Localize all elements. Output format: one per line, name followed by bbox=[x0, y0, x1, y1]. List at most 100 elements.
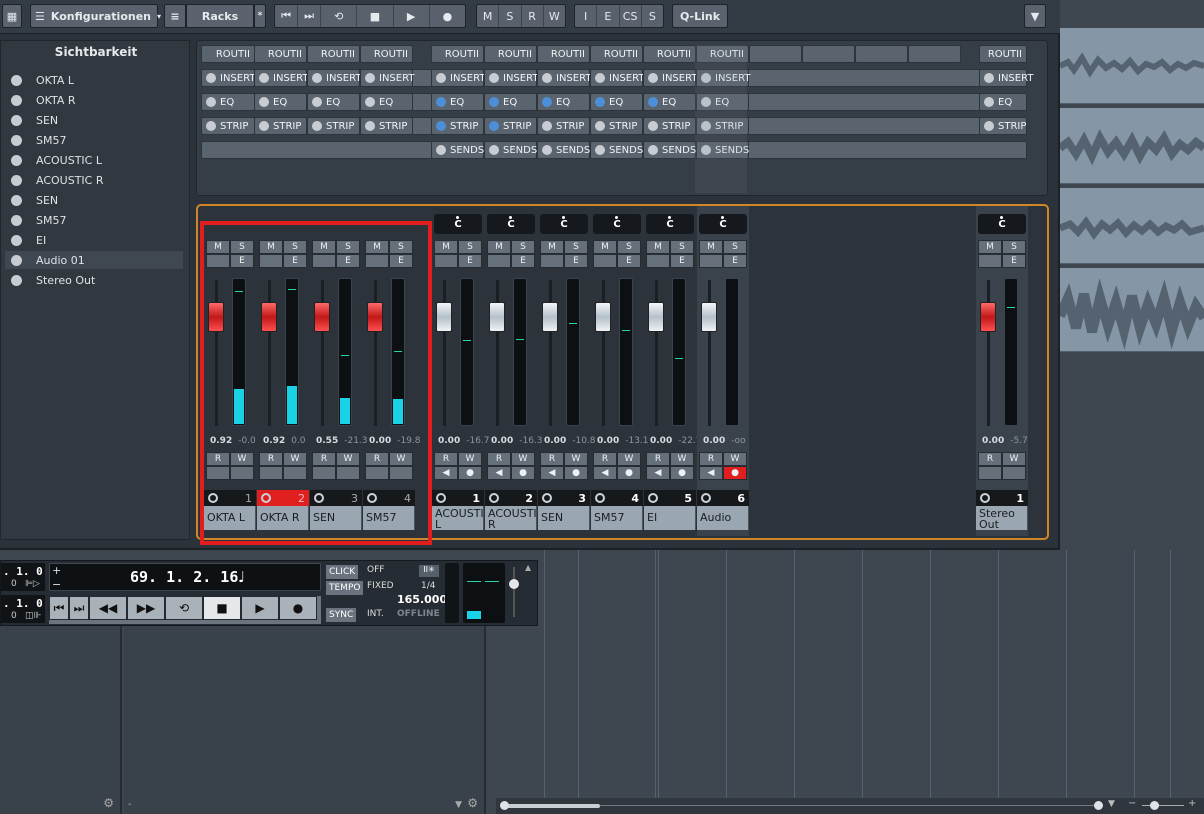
bypass-toggle-icon[interactable] bbox=[489, 73, 499, 83]
routing-slot[interactable] bbox=[855, 45, 908, 63]
sends-slot[interactable]: SENDS bbox=[431, 141, 484, 159]
channel-name[interactable]: ACOUSTIC L bbox=[432, 506, 484, 530]
strip-blank-button[interactable] bbox=[487, 254, 511, 268]
monitor-button[interactable]: ◀ bbox=[699, 466, 723, 480]
monitor-button[interactable]: ◀ bbox=[646, 466, 670, 480]
strip-slot[interactable]: STRIP bbox=[590, 117, 643, 135]
strip-w-button[interactable]: W bbox=[564, 452, 588, 466]
bypass-toggle-icon[interactable] bbox=[648, 97, 658, 107]
volume-fader[interactable] bbox=[542, 301, 558, 332]
channel-select-icon[interactable] bbox=[595, 493, 605, 503]
zoom-in-icon[interactable]: + bbox=[1188, 798, 1196, 809]
bypass-toggle-icon[interactable] bbox=[436, 121, 446, 131]
strip-e-button[interactable]: E bbox=[723, 254, 747, 268]
record-button[interactable]: ● bbox=[279, 596, 317, 620]
visibility-toggle-icon[interactable] bbox=[11, 114, 22, 126]
channel-select-icon[interactable] bbox=[436, 493, 446, 503]
strip-e-button[interactable]: E bbox=[1002, 254, 1026, 268]
record-enable-button[interactable]: ● bbox=[564, 466, 588, 480]
stop-button[interactable]: ■ bbox=[203, 596, 241, 620]
strip-w-button[interactable]: W bbox=[723, 452, 747, 466]
strip-r-button[interactable]: R bbox=[646, 452, 670, 466]
cs-bypass-button[interactable]: CS bbox=[620, 5, 642, 27]
channel-name[interactable]: ACOUSTIC R bbox=[485, 506, 537, 530]
insert-slot[interactable]: INSERT bbox=[431, 69, 485, 87]
bypass-toggle-icon[interactable] bbox=[312, 97, 322, 107]
gear-icon[interactable]: ⚙ bbox=[103, 796, 114, 810]
bypass-toggle-icon[interactable] bbox=[436, 73, 446, 83]
eq-slot[interactable]: EQ bbox=[307, 93, 360, 111]
insert-slot[interactable]: INSERT bbox=[360, 69, 414, 87]
pan-knob[interactable]: C bbox=[540, 214, 588, 234]
racks-button[interactable]: Racks bbox=[186, 4, 254, 28]
visibility-item[interactable]: SEN bbox=[5, 191, 183, 209]
strip-e-button[interactable]: E bbox=[670, 254, 694, 268]
bypass-toggle-icon[interactable] bbox=[648, 145, 658, 155]
record-enable-button[interactable]: ● bbox=[617, 466, 641, 480]
left-locator[interactable]: . 1. 0 0 ⊫▷ bbox=[1, 563, 45, 591]
visibility-toggle-icon[interactable] bbox=[11, 234, 22, 246]
visibility-item[interactable]: OKTA R bbox=[5, 91, 183, 109]
play-icon[interactable]: ▶ bbox=[394, 5, 430, 27]
bypass-toggle-icon[interactable] bbox=[312, 121, 322, 131]
audio-event[interactable] bbox=[1060, 108, 1204, 184]
bypass-toggle-icon[interactable] bbox=[595, 97, 605, 107]
eq-slot[interactable]: EQ bbox=[254, 93, 307, 111]
visibility-item[interactable]: ACOUSTIC L bbox=[5, 151, 183, 169]
volume-fader[interactable] bbox=[648, 301, 664, 332]
eq-slot[interactable]: EQ bbox=[643, 93, 696, 111]
strip-w-button[interactable]: W bbox=[1002, 452, 1026, 466]
channel-name[interactable]: EI bbox=[644, 506, 696, 530]
eq-slot[interactable]: EQ bbox=[537, 93, 590, 111]
strip-s-button[interactable]: S bbox=[723, 240, 747, 254]
play-button[interactable]: ▶ bbox=[241, 596, 279, 620]
bypass-toggle-icon[interactable] bbox=[595, 121, 605, 131]
strip-blank-button[interactable] bbox=[1002, 466, 1026, 480]
racks-menu-button[interactable]: ≡ bbox=[164, 4, 186, 28]
strip-w-button[interactable]: W bbox=[511, 452, 535, 466]
insert-slot[interactable]: INSERT bbox=[643, 69, 697, 87]
bypass-toggle-icon[interactable] bbox=[206, 97, 216, 107]
routing-slot[interactable]: ROUTII bbox=[431, 45, 484, 63]
sends-bypass-button[interactable]: S bbox=[642, 5, 663, 27]
strip-s-button[interactable]: S bbox=[458, 240, 482, 254]
bypass-toggle-icon[interactable] bbox=[648, 121, 658, 131]
strip-slot[interactable]: STRIP bbox=[431, 117, 484, 135]
channel-number-row[interactable]: 1 bbox=[976, 490, 1028, 506]
strip-r-button[interactable]: R bbox=[593, 452, 617, 466]
bypass-toggle-icon[interactable] bbox=[542, 73, 552, 83]
strip-s-button[interactable]: S bbox=[1002, 240, 1026, 254]
bypass-toggle-icon[interactable] bbox=[312, 73, 322, 83]
strip-slot[interactable]: STRIP bbox=[484, 117, 537, 135]
insert-slot[interactable]: INSERT bbox=[484, 69, 538, 87]
insert-slot[interactable]: INSERT bbox=[979, 69, 1033, 87]
configurations-dropdown[interactable]: ☰ Konfigurationen ▾ bbox=[30, 4, 161, 28]
strip-r-button[interactable]: R bbox=[699, 452, 723, 466]
bypass-toggle-icon[interactable] bbox=[984, 97, 994, 107]
strip-e-button[interactable]: E bbox=[458, 254, 482, 268]
routing-slot[interactable]: ROUTII bbox=[590, 45, 643, 63]
pan-knob[interactable]: C bbox=[699, 214, 747, 234]
metronome-settings-icon[interactable]: II✳ bbox=[419, 565, 439, 577]
channel-select-icon[interactable] bbox=[701, 493, 711, 503]
tempo-label[interactable]: TEMPO bbox=[326, 581, 364, 595]
sends-slot[interactable]: SENDS bbox=[643, 141, 696, 159]
bypass-toggle-icon[interactable] bbox=[489, 145, 499, 155]
strip-s-button[interactable]: S bbox=[670, 240, 694, 254]
visibility-item[interactable]: Audio 01 bbox=[5, 251, 183, 269]
strip-m-button[interactable]: M bbox=[487, 240, 511, 254]
visibility-toggle-icon[interactable] bbox=[11, 254, 22, 266]
insert-slot[interactable]: INSERT bbox=[201, 69, 255, 87]
insert-slot[interactable]: INSERT bbox=[590, 69, 644, 87]
monitor-button[interactable]: ◀ bbox=[487, 466, 511, 480]
strip-slot[interactable]: STRIP bbox=[979, 117, 1027, 135]
strip-m-button[interactable]: M bbox=[978, 240, 1002, 254]
audio-event[interactable] bbox=[1060, 188, 1204, 264]
channel-number-row[interactable]: 5 bbox=[644, 490, 696, 506]
stop-icon[interactable]: ■ bbox=[357, 5, 394, 27]
strip-blank-button[interactable] bbox=[646, 254, 670, 268]
record-enable-button[interactable]: ● bbox=[458, 466, 482, 480]
visibility-item[interactable]: Stereo Out bbox=[5, 271, 183, 289]
read-all-button[interactable]: R bbox=[522, 5, 544, 27]
visibility-item[interactable]: SEN bbox=[5, 111, 183, 129]
